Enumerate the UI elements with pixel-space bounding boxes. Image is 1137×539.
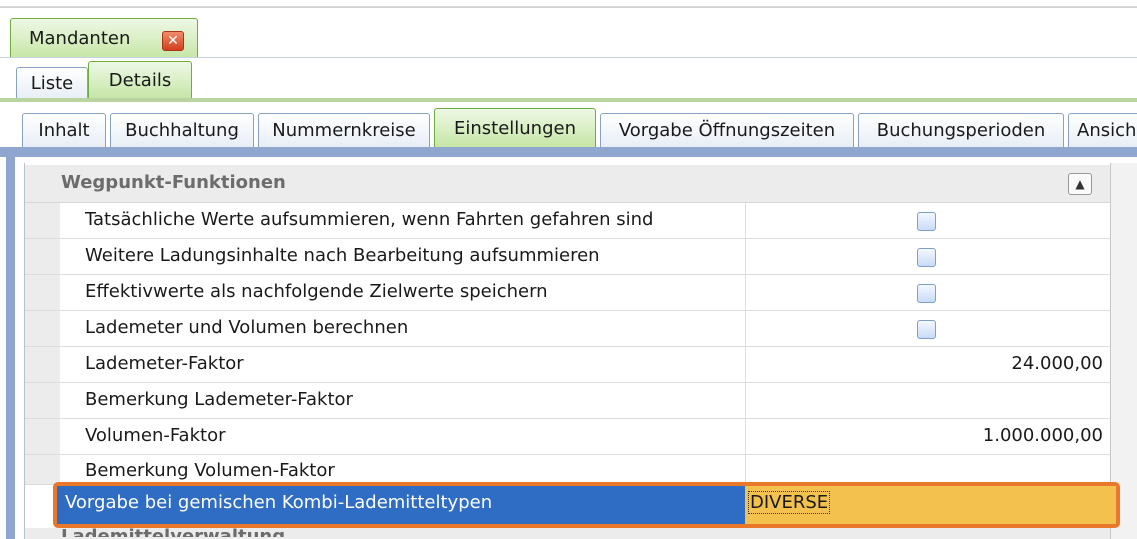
property-label: Lademeter und Volumen berechnen [85, 317, 409, 338]
property-row[interactable]: Effektivwerte als nachfolgende Zielwerte… [25, 275, 1110, 311]
property-value[interactable]: 1.000.000,00 [747, 425, 1103, 446]
tab-inhalt[interactable]: Inhalt [22, 113, 106, 147]
property-row[interactable]: Bemerkung Lademeter-Faktor [25, 383, 1110, 419]
property-row[interactable]: Tatsächliche Werte aufsummieren, wenn Fa… [25, 203, 1110, 239]
tab-mandanten-label: Mandanten [29, 28, 131, 49]
column-divider [745, 419, 746, 454]
row-gutter [25, 347, 60, 382]
column-divider [745, 275, 746, 310]
category-row-next[interactable]: Lademittelverwaltung [25, 526, 1110, 539]
tab-inhalt-label: Inhalt [38, 120, 90, 141]
tab-liste-label: Liste [30, 73, 74, 94]
checkbox[interactable] [917, 212, 936, 231]
tab-nummernkreise-label: Nummernkreise [272, 120, 416, 141]
tab-strip-divider [0, 57, 1137, 58]
checkbox[interactable] [917, 284, 936, 303]
column-divider [745, 347, 746, 382]
panel-frame [6, 147, 15, 539]
property-row[interactable]: Bemerkung Volumen-Faktor [25, 455, 1110, 485]
tab-einstellungen[interactable]: Einstellungen [434, 108, 596, 147]
tab-ansicht[interactable]: Ansich [1068, 113, 1137, 147]
tab-liste[interactable]: Liste [16, 67, 88, 99]
property-value[interactable]: 24.000,00 [747, 353, 1103, 374]
property-label: Bemerkung Volumen-Faktor [85, 460, 335, 481]
tab-details[interactable]: Details [88, 61, 192, 99]
tab-vorgabe-oeffnungszeiten[interactable]: Vorgabe Öffnungszeiten [600, 113, 854, 147]
property-label: Volumen-Faktor [85, 425, 226, 446]
property-label: Weitere Ladungsinhalte nach Bearbeitung … [85, 245, 600, 266]
property-row[interactable]: Lademeter-Faktor 24.000,00 [25, 347, 1110, 383]
row-gutter [25, 383, 60, 418]
selected-value-cell[interactable]: DIVERSE [745, 486, 1116, 524]
property-label: Effektivwerte als nachfolgende Zielwerte… [85, 281, 548, 302]
column-divider [745, 311, 746, 346]
tab-details-label: Details [108, 70, 172, 91]
tab-ansicht-label: Ansich [1077, 120, 1137, 141]
tab-buchungsperioden-label: Buchungsperioden [876, 120, 1046, 141]
selected-property-label: Vorgabe bei gemischen Kombi-Lademittelty… [65, 492, 493, 513]
row-gutter [25, 455, 60, 484]
property-row[interactable]: Weitere Ladungsinhalte nach Bearbeitung … [25, 239, 1110, 275]
selected-property-value[interactable]: DIVERSE [747, 491, 831, 514]
property-row[interactable]: Volumen-Faktor 1.000.000,00 [25, 419, 1110, 455]
tab-vorgabe-oeffnungszeiten-label: Vorgabe Öffnungszeiten [618, 120, 836, 141]
tab-buchhaltung[interactable]: Buchhaltung [110, 113, 254, 147]
row-gutter [25, 203, 60, 238]
property-label: Bemerkung Lademeter-Faktor [85, 389, 353, 410]
column-divider [745, 455, 746, 484]
row-gutter [25, 419, 60, 454]
row-gutter [25, 239, 60, 274]
row-gutter [25, 311, 60, 346]
view-tabs-divider [0, 98, 1137, 102]
window-top-border [0, 6, 1137, 8]
property-row[interactable]: Lademeter und Volumen berechnen [25, 311, 1110, 347]
checkbox[interactable] [917, 248, 936, 267]
tab-buchungsperioden[interactable]: Buchungsperioden [858, 113, 1064, 147]
tab-nummernkreise[interactable]: Nummernkreise [258, 113, 430, 147]
property-label: Lademeter-Faktor [85, 353, 244, 374]
chevron-up-icon[interactable]: ▲ [1068, 173, 1092, 195]
close-icon[interactable]: ✕ [162, 31, 184, 51]
section-tabs-divider [0, 147, 1137, 157]
column-divider [745, 239, 746, 274]
category-row[interactable]: Wegpunkt-Funktionen ▲ [25, 165, 1110, 203]
selected-label-cell: Vorgabe bei gemischen Kombi-Lademittelty… [57, 486, 745, 524]
category-label: Wegpunkt-Funktionen [61, 172, 286, 193]
column-divider [745, 383, 746, 418]
column-divider [745, 203, 746, 238]
property-label: Tatsächliche Werte aufsummieren, wenn Fa… [85, 209, 654, 230]
tab-buchhaltung-label: Buchhaltung [125, 120, 239, 141]
row-gutter [25, 275, 60, 310]
checkbox[interactable] [917, 320, 936, 339]
tab-einstellungen-label: Einstellungen [453, 117, 577, 139]
selected-property-row[interactable]: Vorgabe bei gemischen Kombi-Lademittelty… [53, 482, 1120, 528]
